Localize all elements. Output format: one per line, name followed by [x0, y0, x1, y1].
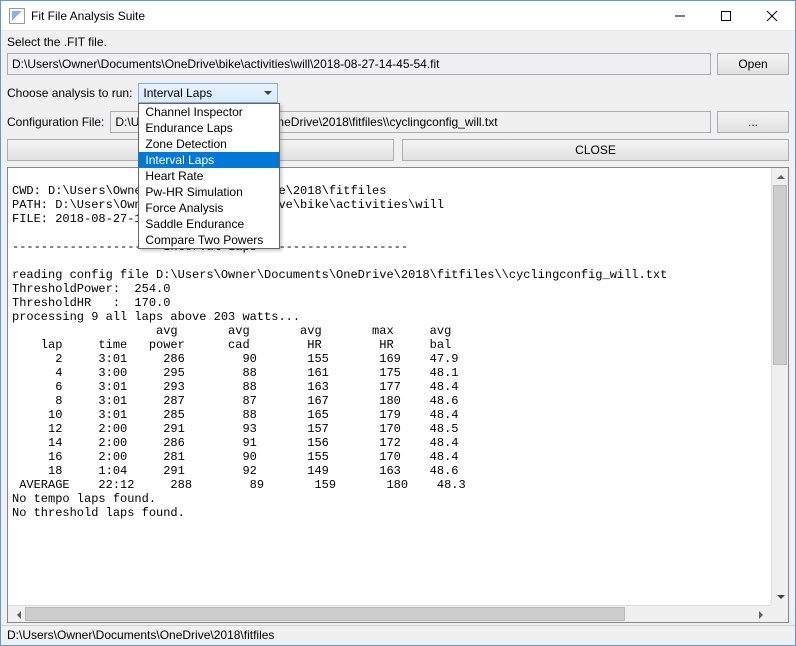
choose-analysis-label: Choose analysis to run:	[7, 86, 132, 100]
vertical-scrollbar[interactable]	[771, 168, 788, 605]
window-title: Fit File Analysis Suite	[31, 9, 657, 23]
config-file-label: Configuration File:	[7, 115, 104, 129]
open-button[interactable]: Open	[717, 53, 789, 75]
fit-file-row: D:\Users\Owner\Documents\OneDrive\bike\a…	[7, 53, 789, 75]
vertical-scroll-thumb[interactable]	[773, 185, 787, 365]
scroll-right-icon[interactable]	[754, 606, 771, 623]
window-controls	[657, 1, 795, 30]
app-window: Fit File Analysis Suite Select the .FIT …	[0, 0, 796, 646]
resize-grip[interactable]	[771, 605, 788, 622]
horizontal-scroll-thumb[interactable]	[25, 607, 625, 621]
output-textarea[interactable]: CWD: D:\Users\Owner\Documents\OneDrive\2…	[8, 168, 771, 605]
minimize-button[interactable]	[657, 1, 703, 30]
app-icon	[9, 8, 25, 24]
analysis-option[interactable]: Zone Detection	[139, 136, 279, 152]
analysis-option[interactable]: Heart Rate	[139, 168, 279, 184]
maximize-button[interactable]	[703, 1, 749, 30]
analysis-option[interactable]: Endurance Laps	[139, 120, 279, 136]
status-bar: D:\Users\Owner\Documents\OneDrive\2018\f…	[1, 625, 795, 645]
close-window-button[interactable]	[749, 1, 795, 30]
analysis-combobox[interactable]: Interval Laps	[138, 83, 278, 103]
scroll-down-icon[interactable]	[772, 588, 789, 605]
close-button[interactable]: CLOSE	[402, 139, 789, 161]
analysis-option[interactable]: Interval Laps	[139, 152, 279, 168]
titlebar: Fit File Analysis Suite	[1, 1, 795, 31]
analysis-option[interactable]: Force Analysis	[139, 200, 279, 216]
config-row: Configuration File: D:\Users\Owner\Docum…	[7, 111, 789, 133]
scroll-up-icon[interactable]	[772, 168, 789, 185]
scroll-left-icon[interactable]	[8, 606, 25, 623]
analysis-option[interactable]: Saddle Endurance	[139, 216, 279, 232]
browse-config-button[interactable]: ...	[717, 111, 789, 133]
select-file-label: Select the .FIT file.	[7, 35, 789, 49]
client-area: Select the .FIT file. D:\Users\Owner\Doc…	[1, 31, 795, 625]
analysis-row: Choose analysis to run: Interval Laps	[7, 83, 789, 103]
analysis-option[interactable]: Pw-HR Simulation	[139, 184, 279, 200]
fit-file-path-input[interactable]: D:\Users\Owner\Documents\OneDrive\bike\a…	[7, 53, 711, 75]
output-panel: CWD: D:\Users\Owner\Documents\OneDrive\2…	[7, 167, 789, 623]
analysis-option[interactable]: Channel Inspector	[139, 104, 279, 120]
analysis-selected-value: Interval Laps	[143, 86, 212, 100]
analysis-dropdown-list[interactable]: Channel InspectorEndurance LapsZone Dete…	[138, 103, 280, 249]
action-buttons-row: LAUNCH CLOSE	[7, 139, 789, 161]
analysis-option[interactable]: Compare Two Powers	[139, 232, 279, 248]
horizontal-scrollbar[interactable]	[8, 605, 788, 622]
chevron-down-icon	[261, 91, 275, 95]
